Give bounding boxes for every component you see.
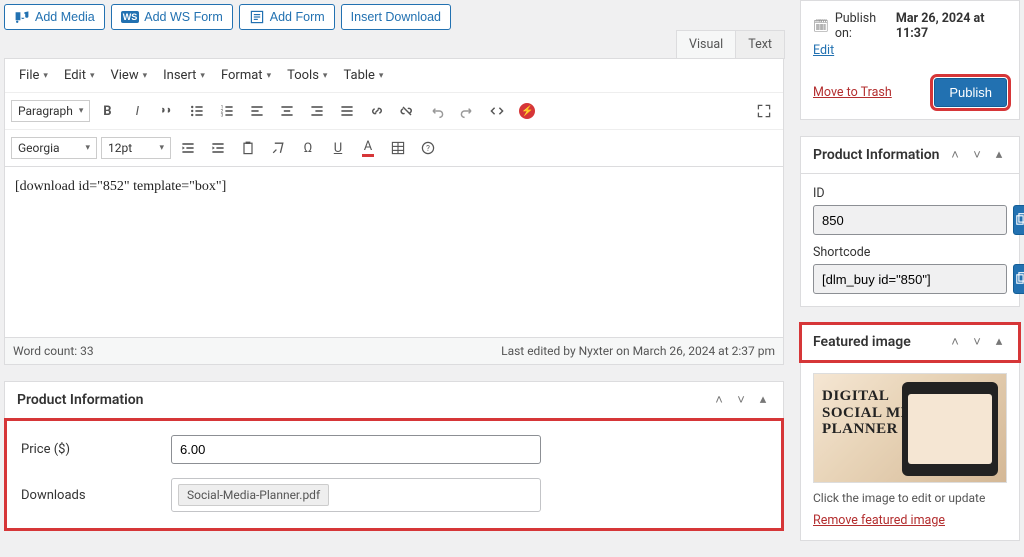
shortcode-label: Shortcode xyxy=(813,245,1007,260)
tab-text[interactable]: Text xyxy=(736,30,785,59)
align-right-icon[interactable] xyxy=(304,98,330,124)
blockquote-icon[interactable] xyxy=(154,98,180,124)
menu-table[interactable]: Table▾ xyxy=(335,64,391,87)
svg-text:3: 3 xyxy=(221,113,224,119)
add-form-label: Add Form xyxy=(270,10,325,24)
font-family-select[interactable]: Georgia▾ xyxy=(11,137,97,159)
editor-card: File▾ Edit▾ View▾ Insert▾ Format▾ Tools▾… xyxy=(4,58,784,365)
svg-text:?: ? xyxy=(426,144,430,153)
align-center-icon[interactable] xyxy=(274,98,300,124)
last-edited: Last edited by Nyxter on March 26, 2024 … xyxy=(501,344,775,358)
table-icon[interactable] xyxy=(385,135,411,161)
file-chip[interactable]: Social-Media-Planner.pdf xyxy=(178,484,329,506)
ws-badge-icon: WS xyxy=(121,11,140,23)
downloads-label: Downloads xyxy=(21,488,171,503)
edit-schedule-link[interactable]: Edit xyxy=(813,43,834,58)
price-input[interactable] xyxy=(171,435,541,464)
remove-featured-image-link[interactable]: Remove featured image xyxy=(813,513,945,528)
menu-insert[interactable]: Insert▾ xyxy=(155,64,213,87)
collapse-icon[interactable]: ▴ xyxy=(991,334,1007,350)
copy-id-button[interactable] xyxy=(1013,205,1024,235)
camera-music-icon xyxy=(14,9,30,25)
chevron-down-icon[interactable]: ˅ xyxy=(733,392,749,408)
format-select[interactable]: Paragraph▾ xyxy=(11,100,90,122)
side-product-info-panel: Product Information ˄ ˅ ▴ ID Shortcode xyxy=(800,136,1020,307)
add-ws-form-button[interactable]: WS Add WS Form xyxy=(111,4,233,30)
font-size-select[interactable]: 12pt▾ xyxy=(101,137,171,159)
editor-toolbar: File▾ Edit▾ View▾ Insert▾ Format▾ Tools▾… xyxy=(5,59,783,167)
chevron-down-icon[interactable]: ˅ xyxy=(969,147,985,163)
bold-icon[interactable]: B xyxy=(94,98,120,124)
publish-date: Mar 26, 2024 at 11:37 xyxy=(896,11,1007,41)
publish-panel: 🗓 Publish on: Mar 26, 2024 at 11:37 Edit… xyxy=(800,0,1020,120)
featured-image-thumbnail[interactable]: Digital Social Media Planner xyxy=(813,373,1007,483)
form-icon xyxy=(249,9,265,25)
italic-icon[interactable]: I xyxy=(124,98,150,124)
bullet-list-icon[interactable] xyxy=(184,98,210,124)
featured-image-overlay-text: Digital Social Media Planner xyxy=(822,388,940,438)
side-product-info-title: Product Information xyxy=(813,147,939,163)
id-input[interactable] xyxy=(813,205,1007,235)
outdent-icon[interactable] xyxy=(175,135,201,161)
menu-edit[interactable]: Edit▾ xyxy=(56,64,103,87)
publish-on-label: Publish on: xyxy=(835,11,890,41)
calendar-icon: 🗓 xyxy=(813,19,829,34)
move-to-trash-link[interactable]: Move to Trash xyxy=(813,85,892,100)
code-icon[interactable] xyxy=(484,98,510,124)
menu-view[interactable]: View▾ xyxy=(102,64,155,87)
unlink-icon[interactable] xyxy=(394,98,420,124)
featured-image-panel: Featured image ˄ ˅ ▴ Digital Social Medi… xyxy=(800,323,1020,541)
menu-format[interactable]: Format▾ xyxy=(213,64,279,87)
undo-icon[interactable] xyxy=(424,98,450,124)
collapse-icon[interactable]: ▴ xyxy=(991,147,1007,163)
media-button-bar: Add Media WS Add WS Form Add Form Insert… xyxy=(4,0,784,36)
align-justify-icon[interactable] xyxy=(334,98,360,124)
special-char-icon[interactable]: Ω xyxy=(295,135,321,161)
chevron-up-icon[interactable]: ˄ xyxy=(947,334,963,350)
help-icon[interactable]: ? xyxy=(415,135,441,161)
clear-format-icon[interactable] xyxy=(265,135,291,161)
plugin-icon[interactable]: ⚡ xyxy=(514,98,540,124)
underline-icon[interactable]: U xyxy=(325,135,351,161)
tab-visual[interactable]: Visual xyxy=(676,30,736,59)
add-media-label: Add Media xyxy=(35,10,95,24)
link-icon[interactable] xyxy=(364,98,390,124)
chevron-up-icon[interactable]: ˄ xyxy=(711,392,727,408)
copy-shortcode-button[interactable] xyxy=(1013,264,1024,294)
product-info-metabox: Product Information ˄ ˅ ▴ Price ($) Down… xyxy=(4,381,784,531)
text-color-icon[interactable]: A xyxy=(355,135,381,161)
id-label: ID xyxy=(813,186,1007,201)
add-media-button[interactable]: Add Media xyxy=(4,4,105,30)
align-left-icon[interactable] xyxy=(244,98,270,124)
paste-icon[interactable] xyxy=(235,135,261,161)
price-label: Price ($) xyxy=(21,442,171,457)
insert-download-label: Insert Download xyxy=(351,10,441,24)
downloads-field[interactable]: Social-Media-Planner.pdf xyxy=(171,478,541,512)
featured-image-caption: Click the image to edit or update xyxy=(813,491,1007,505)
word-count: Word count: 33 xyxy=(13,344,94,358)
add-form-button[interactable]: Add Form xyxy=(239,4,335,30)
editor-footer: Word count: 33 Last edited by Nyxter on … xyxy=(5,337,783,364)
redo-icon[interactable] xyxy=(454,98,480,124)
menu-tools[interactable]: Tools▾ xyxy=(279,64,335,87)
chevron-up-icon[interactable]: ˄ xyxy=(947,147,963,163)
editor-mode-tabs: Visual Text xyxy=(676,30,785,59)
collapse-icon[interactable]: ▴ xyxy=(755,392,771,408)
chevron-down-icon[interactable]: ˅ xyxy=(969,334,985,350)
editor-content-area[interactable]: [download id="852" template="box"] xyxy=(5,167,783,337)
add-ws-form-label: Add WS Form xyxy=(144,10,223,24)
numbered-list-icon[interactable]: 123 xyxy=(214,98,240,124)
indent-icon[interactable] xyxy=(205,135,231,161)
product-info-title: Product Information xyxy=(17,392,143,408)
featured-image-title: Featured image xyxy=(813,334,911,350)
insert-download-button[interactable]: Insert Download xyxy=(341,4,451,30)
shortcode-input[interactable] xyxy=(813,264,1007,294)
menu-file[interactable]: File▾ xyxy=(11,64,56,87)
publish-button[interactable]: Publish xyxy=(934,78,1007,107)
fullscreen-icon[interactable] xyxy=(751,98,777,124)
